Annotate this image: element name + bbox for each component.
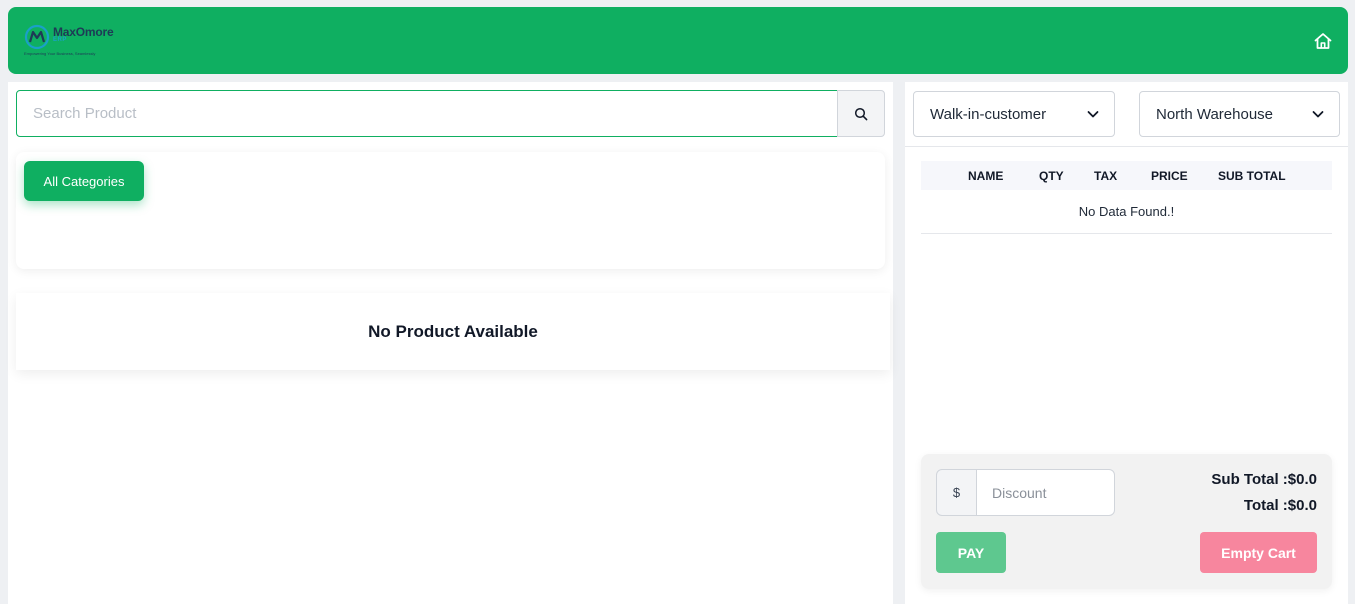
pay-button[interactable]: PAY	[936, 532, 1006, 573]
chevron-down-icon	[1312, 111, 1324, 118]
divider	[905, 146, 1348, 147]
column-header-name: NAME	[968, 169, 1004, 183]
logo-mark-icon	[24, 24, 50, 50]
warehouse-select-value: North Warehouse	[1156, 105, 1273, 123]
cart-table-header: NAME QTY TAX PRICE SUB TOTAL	[921, 161, 1332, 190]
search-product-input[interactable]	[16, 90, 838, 137]
discount-currency-prefix: $	[936, 469, 977, 516]
customer-select[interactable]: Walk-in-customer	[913, 91, 1115, 137]
product-empty-card: No Product Available	[16, 293, 890, 370]
search-button[interactable]	[837, 90, 885, 137]
cart-panel: Walk-in-customer North Warehouse NAME QT…	[905, 82, 1348, 604]
cart-summary: $ Sub Total :$0.0 Total :$0.0 PAY Empty …	[921, 454, 1332, 589]
brand-tagline: Empowering Your Business, Seamlessly	[24, 51, 96, 56]
search-icon	[854, 107, 868, 120]
column-header-price: PRICE	[1151, 169, 1188, 183]
brand-logo[interactable]: MaxOmore ERP Empowering Your Business, S…	[24, 22, 134, 62]
chevron-down-icon	[1087, 111, 1099, 118]
empty-cart-button[interactable]: Empty Cart	[1200, 532, 1317, 573]
total-text: Total :$0.0	[1243, 497, 1317, 514]
category-card: All Categories	[16, 152, 885, 269]
sub-total-text: Sub Total :$0.0	[1211, 471, 1317, 488]
all-categories-button[interactable]: All Categories	[24, 161, 144, 201]
product-search-bar	[16, 90, 885, 137]
cart-empty-row: No Data Found.!	[921, 190, 1332, 234]
discount-input[interactable]	[976, 469, 1115, 516]
customer-select-value: Walk-in-customer	[930, 105, 1047, 123]
column-header-tax: TAX	[1094, 169, 1118, 183]
warehouse-select[interactable]: North Warehouse	[1139, 91, 1340, 137]
column-header-qty: QTY	[1039, 169, 1064, 183]
product-panel: All Categories No Product Available	[8, 82, 893, 604]
home-icon[interactable]	[1313, 31, 1333, 51]
no-data-message: No Data Found.!	[1078, 204, 1175, 219]
top-header: MaxOmore ERP Empowering Your Business, S…	[8, 7, 1348, 74]
brand-sub: ERP	[53, 37, 67, 43]
column-header-sub-total: SUB TOTAL	[1218, 169, 1286, 183]
no-product-message: No Product Available	[368, 321, 538, 341]
